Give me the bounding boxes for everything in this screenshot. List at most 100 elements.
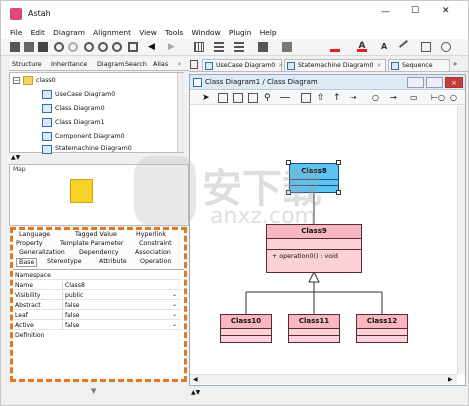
tree-item-class-diagram1[interactable]: Class Diagram1 bbox=[55, 119, 105, 126]
menu-diagram[interactable]: Diagram bbox=[53, 28, 85, 37]
tab-usecase-diagram0[interactable]: UseCase Diagram0 × bbox=[202, 59, 283, 71]
align-icon[interactable] bbox=[214, 42, 224, 52]
interface-tool-icon[interactable]: ○ bbox=[372, 93, 382, 103]
open-file-icon[interactable] bbox=[24, 42, 34, 52]
chevron-down-icon[interactable]: ⌄ bbox=[172, 321, 177, 328]
diagram-canvas[interactable]: Class8 Class9 + operation0() : void Clas… bbox=[134, 106, 457, 374]
realization-tool-icon[interactable]: ↑ bbox=[333, 93, 343, 103]
editor-splitter-arrows-icon[interactable]: ▲▼ bbox=[191, 389, 200, 396]
provided-interface-icon[interactable]: ⊢○ bbox=[431, 93, 445, 103]
tab-nav-icon[interactable] bbox=[190, 60, 198, 69]
chevron-down-icon[interactable]: ⌄ bbox=[172, 301, 177, 308]
panel-collapse-icon[interactable]: ▼ bbox=[91, 387, 96, 395]
forward-icon[interactable]: ▶ bbox=[168, 42, 178, 52]
more-tools-icon[interactable] bbox=[441, 42, 451, 52]
tree-item-usecase-diagram0[interactable]: UseCase Diagram0 bbox=[55, 91, 115, 98]
tree-item-class0[interactable]: class0 bbox=[36, 77, 56, 84]
fill-color-icon[interactable] bbox=[282, 42, 292, 52]
menu-alignment[interactable]: Alignment bbox=[93, 28, 131, 37]
tab-attribute[interactable]: Attribute bbox=[99, 258, 127, 265]
abstract-select[interactable]: false bbox=[62, 301, 181, 310]
port-tool-icon[interactable]: ▭ bbox=[410, 93, 420, 103]
visibility-select[interactable]: public bbox=[62, 291, 181, 300]
more-tools-icon[interactable]: ○ bbox=[450, 93, 460, 103]
subsystem-tool-icon[interactable] bbox=[248, 93, 258, 103]
class9-box[interactable]: Class9 + operation0() : void bbox=[266, 224, 362, 273]
diagram-close-button[interactable]: × bbox=[445, 77, 463, 88]
redo-icon[interactable] bbox=[68, 42, 78, 52]
tab-diagram[interactable]: Diagram bbox=[97, 60, 124, 68]
select-pointer-icon[interactable]: ➤ bbox=[202, 93, 212, 103]
tabs-scroll-icon[interactable]: › bbox=[178, 60, 181, 68]
distribute-icon[interactable] bbox=[234, 42, 244, 52]
tree-collapse-icon[interactable]: − bbox=[13, 77, 20, 84]
dependency-tool-icon[interactable]: ⇢ bbox=[350, 93, 360, 103]
zoom-search-icon[interactable] bbox=[84, 42, 94, 52]
diagram-minimize-button[interactable] bbox=[407, 77, 424, 88]
tab-structure[interactable]: Structure bbox=[12, 60, 42, 68]
grid-icon[interactable] bbox=[194, 42, 204, 52]
tree-layout-icon[interactable] bbox=[421, 42, 431, 52]
horizontal-scrollbar[interactable]: ◀ ▶ bbox=[190, 374, 457, 384]
tree-item-statemachine-diagram0[interactable]: Statemachine Diagram0 bbox=[55, 145, 132, 152]
tab-generalization[interactable]: Generalization bbox=[19, 249, 65, 256]
name-field[interactable]: Class8 bbox=[62, 281, 181, 290]
new-file-icon[interactable] bbox=[10, 42, 20, 52]
splitter-arrows-icon[interactable]: ▲▼ bbox=[11, 154, 20, 161]
menu-view[interactable]: View bbox=[139, 28, 157, 37]
menu-plugin[interactable]: Plugin bbox=[229, 28, 252, 37]
menu-edit[interactable]: Edit bbox=[31, 28, 45, 37]
menu-window[interactable]: Window bbox=[191, 28, 220, 37]
close-icon[interactable]: × bbox=[376, 62, 381, 69]
menu-help[interactable]: Help bbox=[260, 28, 277, 37]
tab-constraint[interactable]: Constraint bbox=[139, 240, 172, 247]
leaf-select[interactable]: false bbox=[62, 311, 181, 320]
font-color-icon[interactable]: A bbox=[357, 42, 367, 52]
note-anchor-icon[interactable]: ⚲ bbox=[264, 93, 274, 103]
close-button[interactable]: ✕ bbox=[442, 6, 450, 16]
close-icon[interactable]: × bbox=[278, 62, 283, 69]
tab-inheritance[interactable]: Inheritance bbox=[51, 60, 87, 68]
scroll-left-icon[interactable]: ◀ bbox=[193, 376, 198, 383]
class12-box[interactable]: Class12 bbox=[356, 314, 408, 343]
class-tool-icon[interactable] bbox=[218, 93, 228, 103]
tab-tagged-value[interactable]: Tagged Value bbox=[75, 231, 117, 238]
package-tool-icon[interactable] bbox=[233, 93, 243, 103]
tab-sequence[interactable]: Sequence bbox=[388, 59, 450, 71]
menu-tools[interactable]: Tools bbox=[165, 28, 183, 37]
tab-property[interactable]: Property bbox=[16, 240, 43, 247]
tab-dependency[interactable]: Dependency bbox=[79, 249, 119, 256]
menu-file[interactable]: File bbox=[10, 28, 22, 37]
class10-box[interactable]: Class10 bbox=[220, 314, 272, 343]
fit-window-icon[interactable] bbox=[128, 42, 138, 52]
selection-handle[interactable] bbox=[336, 160, 341, 165]
line-style-icon[interactable] bbox=[398, 39, 414, 55]
tab-alias[interactable]: Alias bbox=[153, 60, 168, 68]
aggregation-tool-icon[interactable] bbox=[301, 93, 311, 103]
tree-item-component-diagram0[interactable]: Component Diagram0 bbox=[55, 133, 125, 140]
layer-icon[interactable] bbox=[258, 42, 268, 52]
zoom-in-icon[interactable] bbox=[98, 42, 108, 52]
chevron-down-icon[interactable]: ⌄ bbox=[172, 291, 177, 298]
definition-textarea[interactable] bbox=[14, 341, 181, 375]
tree-scrollbar[interactable] bbox=[177, 73, 184, 152]
zoom-out-icon[interactable] bbox=[112, 42, 122, 52]
maximize-button[interactable]: ☐ bbox=[411, 6, 419, 16]
tab-template-parameter[interactable]: Template Parameter bbox=[60, 240, 124, 247]
vertical-scrollbar[interactable] bbox=[457, 106, 465, 374]
tabs-scroll-icon[interactable]: » bbox=[453, 60, 457, 68]
tab-base[interactable]: Base bbox=[16, 258, 38, 267]
usage-tool-icon[interactable]: → bbox=[390, 93, 400, 103]
scroll-right-icon[interactable]: ▶ bbox=[448, 376, 453, 383]
tree-item-class-diagram0[interactable]: Class Diagram0 bbox=[55, 105, 105, 112]
map-viewport-icon[interactable] bbox=[70, 179, 93, 203]
font-size-icon[interactable]: A bbox=[381, 42, 391, 52]
back-icon[interactable]: ◀ bbox=[148, 42, 158, 52]
tab-statemachine-diagram0[interactable]: Statemachine Diagram0 × bbox=[284, 59, 386, 71]
chevron-down-icon[interactable]: ⌄ bbox=[172, 311, 177, 318]
diagram-restore-button[interactable] bbox=[426, 77, 443, 88]
generalization-tool-icon[interactable]: ⇧ bbox=[317, 93, 327, 103]
selection-handle[interactable] bbox=[336, 190, 341, 195]
tab-stereotype[interactable]: Stereotype bbox=[47, 258, 82, 265]
class11-box[interactable]: Class11 bbox=[288, 314, 340, 343]
